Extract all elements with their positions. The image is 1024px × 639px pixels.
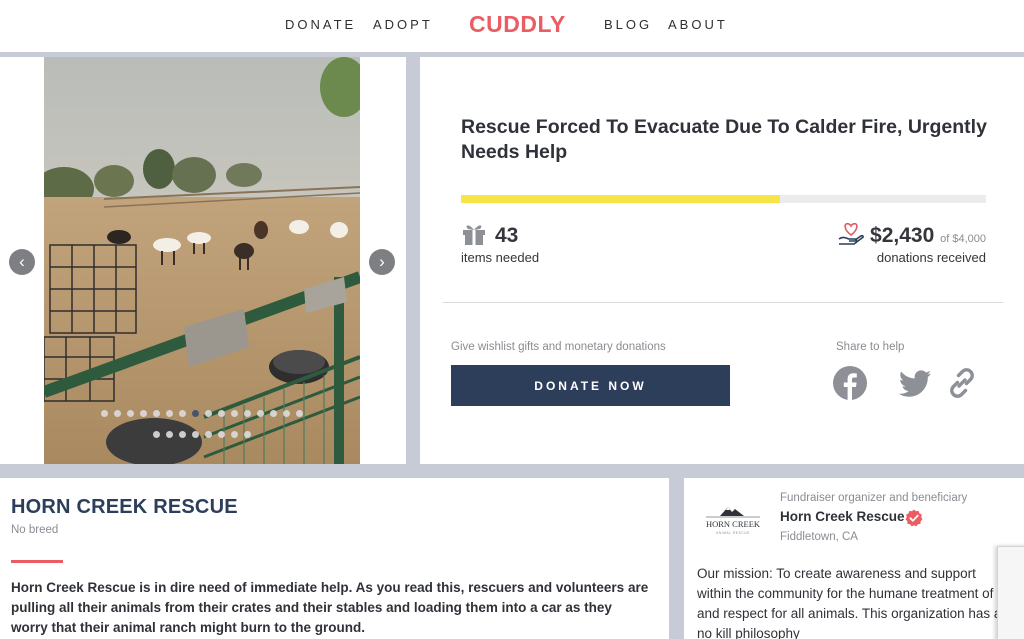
carousel-dot[interactable] [296, 410, 303, 417]
campaign-photo [44, 57, 360, 464]
carousel-dot[interactable] [218, 410, 225, 417]
carousel-dot[interactable] [205, 410, 212, 417]
carousel-dot[interactable] [270, 410, 277, 417]
organizer-panel: HORN CREEK ANIMAL RESCUE Fundraiser orga… [684, 478, 1024, 639]
nav-about-link[interactable]: ABOUT [668, 17, 728, 32]
items-needed-count: 43 [495, 224, 519, 247]
carousel-dot[interactable] [127, 410, 134, 417]
donation-goal: of $4,000 [940, 233, 986, 245]
campaign-summary: Rescue Forced To Evacuate Due To Calder … [420, 57, 1024, 464]
chevron-right-icon: › [379, 252, 385, 271]
gift-icon [463, 225, 485, 245]
horn-creek-logo[interactable]: HORN CREEK ANIMAL RESCUE [698, 504, 768, 540]
logo-subtext: ANIMAL RESCUE [716, 531, 750, 535]
donation-amount: $2,430 [870, 224, 935, 247]
top-nav: DONATE ADOPT CUDDLY BLOG ABOUT [0, 0, 1024, 52]
share-text: Share to help [836, 341, 905, 353]
carousel-dot[interactable] [231, 410, 238, 417]
story-text: Horn Creek Rescue is in dire need of imm… [11, 580, 649, 635]
carousel-dot[interactable] [114, 410, 121, 417]
carousel-next-button[interactable]: › [369, 249, 395, 275]
carousel-dot[interactable] [205, 431, 212, 438]
progress-bar [461, 195, 986, 203]
chevron-left-icon: ‹ [19, 252, 25, 271]
rescue-name-heading: HORN CREEK RESCUE [11, 496, 238, 518]
organizer-location: Fiddletown, CA [780, 531, 858, 543]
photo-carousel: ‹ › [0, 57, 406, 464]
facebook-icon[interactable] [832, 365, 868, 401]
carousel-dot[interactable] [244, 410, 251, 417]
carousel-dot[interactable] [153, 431, 160, 438]
carousel-dots-row-2 [44, 431, 360, 438]
progress-fill [461, 195, 780, 203]
link-icon[interactable] [944, 365, 980, 401]
carousel-dot[interactable] [166, 431, 173, 438]
mission-text: Our mission: To create awareness and sup… [697, 566, 1002, 639]
carousel-dot[interactable] [153, 410, 160, 417]
organizer-name-link[interactable]: Horn Creek Rescue [780, 509, 905, 524]
donations-label: donations received [876, 250, 986, 265]
twitter-icon[interactable] [897, 365, 933, 401]
carousel-dot[interactable] [244, 431, 251, 438]
carousel-dot[interactable] [179, 410, 186, 417]
carousel-dot[interactable] [140, 410, 147, 417]
rescue-story-panel: HORN CREEK RESCUE No breed Horn Creek Re… [0, 478, 669, 639]
carousel-dot[interactable] [192, 431, 199, 438]
verified-badge-icon [905, 509, 923, 527]
divider [443, 302, 1003, 303]
carousel-prev-button[interactable]: ‹ [9, 249, 35, 275]
carousel-dot[interactable] [283, 410, 290, 417]
logo-wordmark: HORN CREEK [706, 519, 761, 529]
carousel-dot[interactable] [192, 410, 199, 417]
items-needed: 43 [461, 221, 518, 248]
floating-thumbnail[interactable] [997, 546, 1024, 639]
goat-ranch-photo [44, 57, 360, 464]
give-text: Give wishlist gifts and monetary donatio… [451, 341, 666, 353]
carousel-dot[interactable] [231, 431, 238, 438]
campaign-title: Rescue Forced To Evacuate Due To Calder … [461, 116, 987, 163]
carousel-dot[interactable] [101, 410, 108, 417]
carousel-dot[interactable] [218, 431, 225, 438]
nav-donate-link[interactable]: DONATE [285, 17, 356, 32]
carousel-dot[interactable] [257, 410, 264, 417]
carousel-dot[interactable] [179, 431, 186, 438]
items-needed-label: items needed [461, 250, 540, 265]
carousel-dots-row-1 [44, 410, 360, 417]
carousel-dot[interactable] [166, 410, 173, 417]
organizer-role: Fundraiser organizer and beneficiary [780, 492, 968, 504]
heart-hand-icon [838, 222, 865, 245]
cuddly-logo[interactable]: CUDDLY [469, 11, 566, 38]
donate-now-button[interactable]: DONATE NOW [451, 365, 730, 406]
breed-label: No breed [11, 524, 59, 536]
accent-divider [11, 560, 63, 563]
nav-blog-link[interactable]: BLOG [604, 17, 652, 32]
nav-adopt-link[interactable]: ADOPT [373, 17, 433, 32]
donation-total: $2,430 of $4,000 [838, 221, 986, 248]
